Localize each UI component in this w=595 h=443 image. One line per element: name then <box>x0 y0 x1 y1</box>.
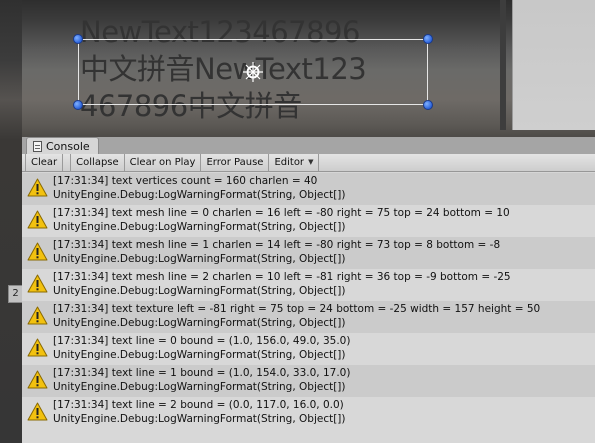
right-panel <box>512 0 595 130</box>
log-entry[interactable]: [17:31:34] text vertices count = 160 cha… <box>22 173 595 205</box>
rect-handle-bottom-right[interactable] <box>423 100 433 110</box>
editor-dropdown-label: Editor <box>274 157 305 168</box>
warning-icon <box>27 210 48 229</box>
log-entry[interactable]: [17:31:34] text texture left = -81 right… <box>22 301 595 333</box>
scene-divider <box>500 0 506 130</box>
warning-icon <box>27 242 48 261</box>
log-entry[interactable]: [17:31:34] text line = 0 bound = (1.0, 1… <box>22 333 595 365</box>
log-stacktrace: UnityEngine.Debug:LogWarningFormat(Strin… <box>53 412 346 425</box>
log-stacktrace: UnityEngine.Debug:LogWarningFormat(Strin… <box>53 316 346 329</box>
console-window: Console Clear Collapse Clear on Play Err… <box>22 137 595 443</box>
log-entry[interactable]: [17:31:34] text mesh line = 1 charlen = … <box>22 237 595 269</box>
rect-handle-top-right[interactable] <box>423 34 433 44</box>
side-tab[interactable]: 2 <box>8 285 22 303</box>
log-entry-text: [17:31:34] text mesh line = 1 charlen = … <box>53 239 500 266</box>
collapse-toggle[interactable]: Collapse <box>71 154 125 171</box>
log-entry-text: [17:31:34] text line = 0 bound = (1.0, 1… <box>53 335 350 362</box>
log-message: [17:31:34] text mesh line = 1 charlen = … <box>53 239 501 251</box>
log-stacktrace: UnityEngine.Debug:LogWarningFormat(Strin… <box>53 252 346 265</box>
log-message: [17:31:34] text mesh line = 0 charlen = … <box>53 207 510 219</box>
log-message: [17:31:34] text line = 2 bound = (0.0, 1… <box>53 399 344 411</box>
log-message: [17:31:34] text line = 1 bound = (1.0, 1… <box>53 367 351 379</box>
console-icon <box>33 140 42 152</box>
warning-icon <box>27 402 48 421</box>
console-log-list[interactable]: [17:31:34] text vertices count = 160 cha… <box>22 173 595 443</box>
rect-handle-bottom-left[interactable] <box>73 100 83 110</box>
log-entry[interactable]: [17:31:34] text line = 1 bound = (1.0, 1… <box>22 365 595 397</box>
log-entry[interactable]: [17:31:34] text mesh line = 2 charlen = … <box>22 269 595 301</box>
log-entry[interactable]: [17:31:34] text mesh line = 0 charlen = … <box>22 205 595 237</box>
clear-on-play-toggle[interactable]: Clear on Play <box>125 154 202 171</box>
log-entry-text: [17:31:34] text texture left = -81 right… <box>53 303 540 330</box>
tab-console-label: Console <box>46 139 90 153</box>
log-entry-text: [17:31:34] text vertices count = 160 cha… <box>53 175 346 202</box>
toolbar-separator <box>63 154 72 171</box>
error-pause-toggle[interactable]: Error Pause <box>201 154 270 171</box>
warning-icon <box>27 370 48 389</box>
log-entry-text: [17:31:34] text mesh line = 2 charlen = … <box>53 271 511 298</box>
log-message: [17:31:34] text line = 0 bound = (1.0, 1… <box>53 335 351 347</box>
log-stacktrace: UnityEngine.Debug:LogWarningFormat(Strin… <box>53 188 346 201</box>
log-stacktrace: UnityEngine.Debug:LogWarningFormat(Strin… <box>53 348 346 361</box>
warning-icon <box>27 178 48 197</box>
console-toolbar: Clear Collapse Clear on Play Error Pause… <box>22 154 595 172</box>
warning-icon <box>27 306 48 325</box>
warning-icon <box>27 338 48 357</box>
log-message: [17:31:34] text mesh line = 2 charlen = … <box>53 271 511 283</box>
rect-handle-top-left[interactable] <box>73 34 83 44</box>
warning-icon <box>27 274 48 293</box>
log-entry-text: [17:31:34] text line = 2 bound = (0.0, 1… <box>53 399 346 426</box>
log-stacktrace: UnityEngine.Debug:LogWarningFormat(Strin… <box>53 284 346 297</box>
left-panel-strip <box>0 0 22 443</box>
log-entry[interactable]: [17:31:34] text line = 2 bound = (0.0, 1… <box>22 397 595 429</box>
log-entry-text: [17:31:34] text mesh line = 0 charlen = … <box>53 207 510 234</box>
tab-console[interactable]: Console <box>26 137 99 154</box>
pivot-icon[interactable] <box>243 62 263 82</box>
clear-button[interactable]: Clear <box>25 154 64 171</box>
log-stacktrace: UnityEngine.Debug:LogWarningFormat(Strin… <box>53 220 346 233</box>
console-tab-bar: Console <box>22 137 595 154</box>
log-entry-text: [17:31:34] text line = 1 bound = (1.0, 1… <box>53 367 350 394</box>
log-message: [17:31:34] text vertices count = 160 cha… <box>53 175 318 187</box>
chevron-down-icon: ▼ <box>308 158 314 166</box>
editor-dropdown[interactable]: Editor ▼ <box>269 154 320 171</box>
log-message: [17:31:34] text texture left = -81 right… <box>53 303 541 315</box>
log-stacktrace: UnityEngine.Debug:LogWarningFormat(Strin… <box>53 380 346 393</box>
